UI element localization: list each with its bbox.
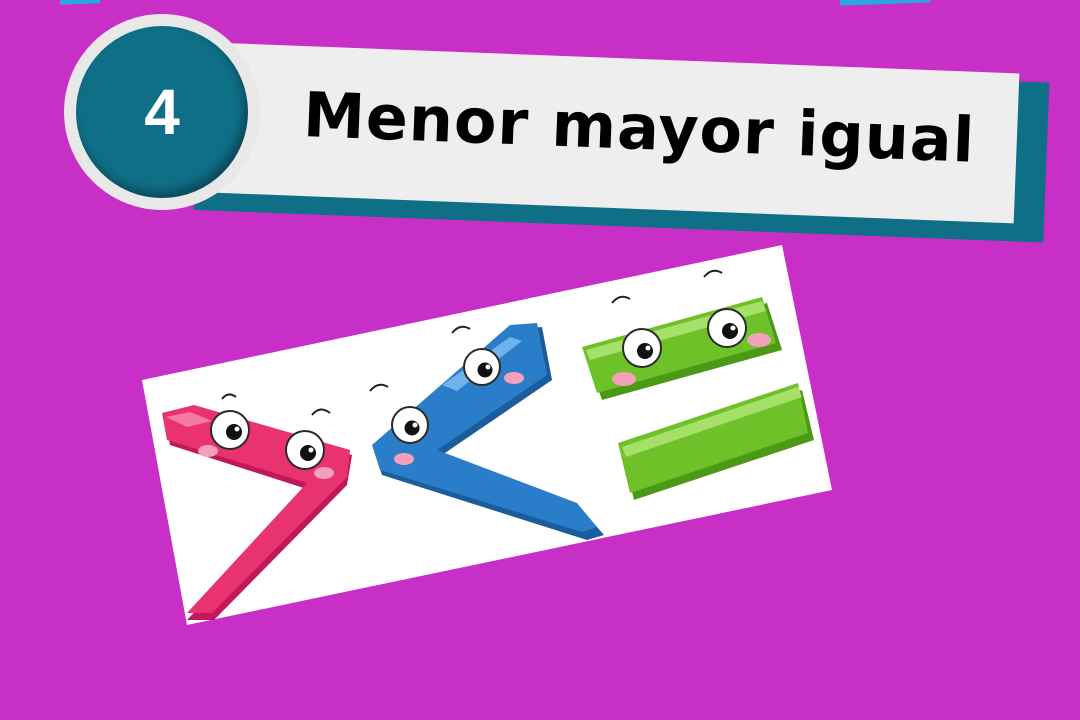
number-badge: 4	[64, 14, 260, 210]
number-label: 4	[76, 26, 248, 198]
corner-accent-left	[59, 0, 101, 5]
comparison-symbols-illustration	[142, 245, 832, 625]
corner-accent-right	[839, 0, 931, 6]
